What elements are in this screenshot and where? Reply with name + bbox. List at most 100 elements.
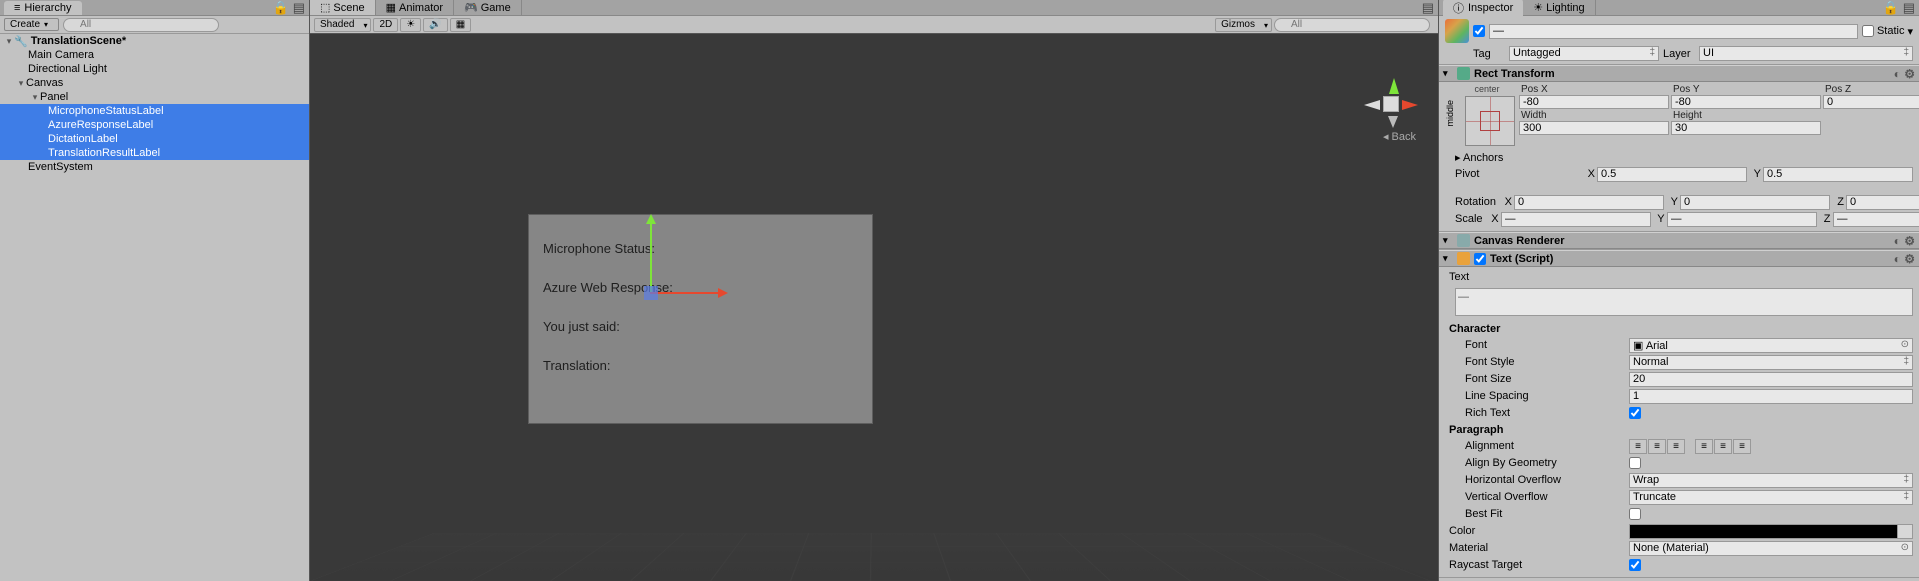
v-overflow-dropdown[interactable]: Truncate — [1629, 490, 1913, 505]
projection-label[interactable]: Back — [1383, 130, 1416, 143]
h-overflow-dropdown[interactable]: Wrap — [1629, 473, 1913, 488]
text-value-field[interactable]: — — [1455, 288, 1913, 316]
align-left-button[interactable]: ≡ — [1629, 439, 1647, 454]
tab-scene[interactable]: ⬚Scene — [310, 0, 376, 15]
tree-item-azure-label[interactable]: AzureResponseLabel — [0, 118, 309, 132]
posx-field[interactable] — [1519, 95, 1669, 109]
color-field[interactable] — [1629, 524, 1913, 539]
scene-view[interactable]: Back Microphone Status: Azure Web Respon… — [310, 34, 1438, 581]
animator-icon: ▦ — [386, 1, 396, 14]
gizmos-dropdown[interactable]: Gizmos — [1215, 18, 1272, 32]
tree-item-canvas[interactable]: ▾Canvas — [0, 76, 309, 90]
scene-row[interactable]: ▾🔧 TranslationScene* — [0, 34, 309, 48]
pivot-y-field[interactable] — [1763, 167, 1913, 182]
tag-dropdown[interactable]: Untagged — [1509, 46, 1659, 61]
shading-mode-dropdown[interactable]: Shaded — [314, 18, 371, 32]
rot-z-field[interactable] — [1846, 195, 1919, 210]
canvas-renderer-icon — [1457, 234, 1470, 247]
inspector-panel: ⓘInspector ☀Lighting 🔒▤ Static▾ Tag Unta… — [1439, 0, 1919, 581]
tab-lighting[interactable]: ☀Lighting — [1523, 0, 1595, 15]
tree-item-trans-label[interactable]: TranslationResultLabel — [0, 146, 309, 160]
create-button[interactable]: Create — [4, 18, 59, 31]
align-middle-button[interactable]: ≡ — [1714, 439, 1732, 454]
axis-y-icon[interactable] — [1389, 78, 1399, 94]
tab-animator[interactable]: ▦Animator — [376, 0, 454, 15]
audio-toggle[interactable]: 🔊 — [423, 18, 447, 32]
align-by-geometry-checkbox[interactable] — [1629, 457, 1641, 469]
axis-x-label: X — [1583, 168, 1595, 180]
foldout-icon[interactable]: ▾ — [4, 36, 14, 47]
foldout-icon[interactable]: ▾ — [1443, 235, 1453, 246]
axis-center-icon[interactable] — [1383, 96, 1399, 112]
scene-search-input[interactable] — [1274, 18, 1430, 32]
axis-neg-y-icon[interactable] — [1388, 116, 1398, 128]
scale-x-field[interactable] — [1501, 212, 1651, 227]
panel-menu[interactable]: ▤ — [1422, 3, 1434, 13]
tab-hierarchy[interactable]: ≡ Hierarchy — [4, 1, 82, 15]
align-top-button[interactable]: ≡ — [1695, 439, 1713, 454]
light-toggle[interactable]: ☀ — [400, 18, 421, 32]
layer-dropdown[interactable]: UI — [1699, 46, 1913, 61]
foldout-icon[interactable]: ▾ — [1443, 68, 1453, 79]
active-checkbox[interactable] — [1473, 25, 1485, 37]
align-right-button[interactable]: ≡ — [1667, 439, 1685, 454]
height-label: Height — [1671, 110, 1821, 121]
canvas-renderer-header[interactable]: ▾ Canvas Renderer ◐ ⚙ — [1439, 232, 1919, 249]
scale-y-field[interactable] — [1667, 212, 1817, 227]
tree-item-dict-label[interactable]: DictationLabel — [0, 132, 309, 146]
align-bottom-button[interactable]: ≡ — [1733, 439, 1751, 454]
static-toggle[interactable]: Static▾ — [1862, 25, 1913, 38]
material-field[interactable]: None (Material) — [1629, 541, 1913, 556]
rect-transform-header[interactable]: ▾ Rect Transform ◐ ⚙ — [1439, 65, 1919, 82]
scale-z-field[interactable] — [1833, 212, 1919, 227]
fx-toggle[interactable]: ▦ — [450, 18, 471, 32]
foldout-icon[interactable]: ▾ — [1443, 253, 1453, 264]
text-header[interactable]: ▾ Text (Script) ◐ ⚙ — [1439, 250, 1919, 267]
anchor-preset-button[interactable]: center — [1459, 84, 1515, 148]
anchor-preset-icon[interactable] — [1465, 96, 1515, 146]
align-center-button[interactable]: ≡ — [1648, 439, 1666, 454]
font-style-dropdown[interactable]: Normal — [1629, 355, 1913, 370]
gameobject-name-field[interactable] — [1489, 24, 1858, 39]
2d-toggle[interactable]: 2D — [373, 18, 398, 32]
best-fit-checkbox[interactable] — [1629, 508, 1641, 520]
component-menu-icon[interactable]: ◐ ⚙ — [1887, 252, 1915, 266]
tree-item-panel[interactable]: ▾Panel — [0, 90, 309, 104]
rich-text-checkbox[interactable] — [1629, 407, 1641, 419]
gameobject-icon[interactable] — [1445, 19, 1469, 43]
axis-x-icon[interactable] — [1402, 100, 1418, 110]
text-enabled-checkbox[interactable] — [1474, 253, 1486, 265]
tree-item-label: TranslationResultLabel — [48, 147, 160, 159]
axis-z-label: Z — [1819, 213, 1831, 225]
line-spacing-field[interactable] — [1629, 389, 1913, 404]
tree-item-main-camera[interactable]: Main Camera — [0, 48, 309, 62]
axis-neg-x-icon[interactable] — [1364, 100, 1380, 110]
tree-item-event-system[interactable]: EventSystem — [0, 160, 309, 174]
foldout-icon[interactable]: ▾ — [16, 78, 26, 89]
width-field[interactable] — [1519, 121, 1669, 135]
tab-game[interactable]: 🎮Game — [454, 0, 522, 15]
panel-menu[interactable]: 🔒▤ — [1883, 3, 1915, 13]
tree-item-dir-light[interactable]: Directional Light — [0, 62, 309, 76]
height-field[interactable] — [1671, 121, 1821, 135]
static-checkbox[interactable] — [1862, 25, 1874, 37]
tab-inspector[interactable]: ⓘInspector — [1443, 0, 1523, 17]
component-menu-icon[interactable]: ◐ ⚙ — [1887, 234, 1915, 248]
orientation-gizmo[interactable] — [1360, 74, 1420, 134]
pivot-x-field[interactable] — [1597, 167, 1747, 182]
dropdown-icon[interactable]: ▾ — [1907, 25, 1913, 38]
rot-y-field[interactable] — [1680, 195, 1830, 210]
posy-field[interactable] — [1671, 95, 1821, 109]
component-menu-icon[interactable]: ◐ ⚙ — [1887, 67, 1915, 81]
anchors-foldout[interactable]: ▸ Anchors — [1445, 151, 1625, 164]
raycast-target-checkbox[interactable] — [1629, 559, 1641, 571]
font-field[interactable]: ▣ Arial — [1629, 338, 1913, 353]
hierarchy-tree[interactable]: ▾🔧 TranslationScene* Main Camera Directi… — [0, 34, 309, 581]
posz-field[interactable] — [1823, 95, 1919, 109]
rot-x-field[interactable] — [1514, 195, 1664, 210]
panel-menu[interactable]: 🔒▤ — [273, 3, 305, 13]
hierarchy-search-input[interactable] — [63, 18, 219, 32]
foldout-icon[interactable]: ▾ — [30, 92, 40, 103]
tree-item-mic-label[interactable]: MicrophoneStatusLabel — [0, 104, 309, 118]
font-size-field[interactable] — [1629, 372, 1913, 387]
